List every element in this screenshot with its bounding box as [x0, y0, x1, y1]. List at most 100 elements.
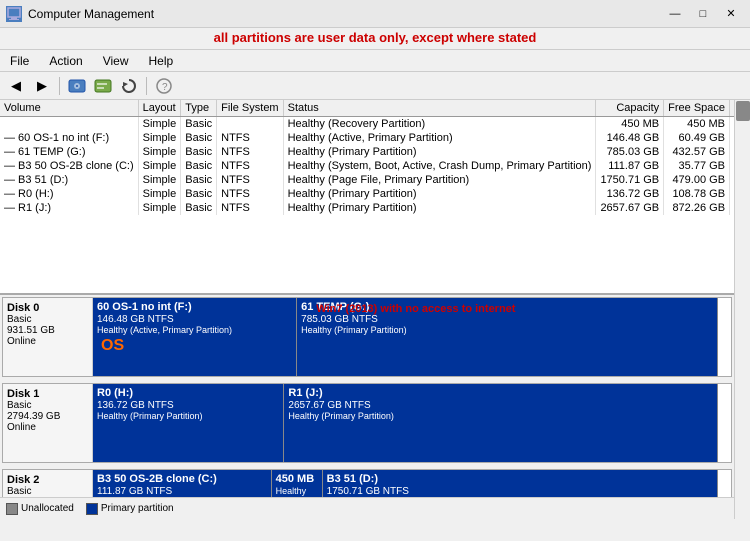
col-header-pct[interactable]: % Free [730, 100, 734, 117]
table-row[interactable]: — B3 51 (D:) Simple Basic NTFS Healthy (… [0, 173, 734, 187]
cell-status: Healthy (Active, Primary Partition) [283, 131, 596, 145]
cell-free: 60.49 GB [664, 131, 730, 145]
help-icon-button[interactable]: ? [152, 75, 176, 97]
cell-free: 872.26 GB [664, 201, 730, 215]
partition-status: Healthy (Primary Partition) [288, 411, 713, 421]
disk-icon-button-2[interactable] [91, 75, 115, 97]
cell-type: Basic [181, 145, 217, 159]
legend-bar: Unallocated Primary partition [0, 497, 734, 519]
partition[interactable]: B3 50 OS-2B clone (C:) 111.87 GB NTFS He… [93, 470, 272, 497]
cell-capacity: 785.03 GB [596, 145, 664, 159]
disk-label: Disk 0 Basic 931.51 GB Online [3, 298, 93, 376]
right-scrollbar[interactable] [734, 100, 750, 519]
partition-name: B3 51 (D:) [327, 473, 714, 485]
cell-volume: — R1 (J:) [0, 201, 138, 215]
partition[interactable]: R0 (H:) 136.72 GB NTFS Healthy (Primary … [93, 384, 284, 462]
window-controls: — □ ✕ [662, 5, 744, 23]
window-title: Computer Management [28, 7, 154, 21]
os-label: OS [101, 337, 288, 355]
partition[interactable]: 450 MB Healthy (Recovery Pa [272, 470, 323, 497]
partition-name: 61 TEMP (G:) [301, 301, 713, 313]
disk-label: Disk 1 Basic 2794.39 GB Online [3, 384, 93, 462]
menu-action[interactable]: Action [45, 53, 86, 69]
cell-free: 479.00 GB [664, 173, 730, 187]
disk-row: Disk 2 Basic 1863.02 GB Online B3 50 OS-… [2, 469, 732, 497]
table-row[interactable]: — 60 OS-1 no int (F:) Simple Basic NTFS … [0, 131, 734, 145]
table-row[interactable]: — R0 (H:) Simple Basic NTFS Healthy (Pri… [0, 187, 734, 201]
menu-help[interactable]: Help [145, 53, 178, 69]
partition-status: Healthy (Primary Partition) [301, 325, 713, 335]
partition-size: 1750.71 GB NTFS [327, 486, 714, 497]
cell-type: Basic [181, 173, 217, 187]
close-button[interactable]: ✕ [718, 5, 744, 23]
cell-layout: Simple [138, 131, 181, 145]
annotation-bar: all partitions are user data only, excep… [0, 28, 750, 50]
main-layout: Volume Layout Type File System Status Ca… [0, 100, 750, 519]
col-header-fs[interactable]: File System [217, 100, 283, 117]
partition[interactable]: 61 TEMP (G:) 785.03 GB NTFS Healthy (Pri… [297, 298, 718, 376]
disk-partitions: B3 50 OS-2B clone (C:) 111.87 GB NTFS He… [93, 470, 731, 497]
app-icon [6, 6, 22, 22]
disk-type: Basic [7, 486, 88, 497]
forward-button[interactable]: ▶ [30, 75, 54, 97]
cell-type: Basic [181, 201, 217, 215]
table-row[interactable]: — 61 TEMP (G:) Simple Basic NTFS Healthy… [0, 145, 734, 159]
menu-file[interactable]: File [6, 53, 33, 69]
legend-item: Primary partition [86, 503, 174, 515]
content-area: Volume Layout Type File System Status Ca… [0, 100, 734, 519]
col-header-volume[interactable]: Volume [0, 100, 138, 117]
disk-row: Disk 1 Basic 2794.39 GB Online R0 (H:) 1… [2, 383, 732, 463]
table-row[interactable]: — B3 50 OS-2B clone (C:) Simple Basic NT… [0, 159, 734, 173]
cell-capacity: 1750.71 GB [596, 173, 664, 187]
title-bar: Computer Management — □ ✕ [0, 0, 750, 28]
partition[interactable]: B3 51 (D:) 1750.71 GB NTFS Healthy (Page… [323, 470, 719, 497]
cell-status: Healthy (Primary Partition) [283, 145, 596, 159]
cell-fs [217, 117, 283, 132]
partition-size: 146.48 GB NTFS [97, 314, 292, 325]
cell-layout: Simple [138, 145, 181, 159]
table-row[interactable]: — R1 (J:) Simple Basic NTFS Healthy (Pri… [0, 201, 734, 215]
volume-table-container[interactable]: Volume Layout Type File System Status Ca… [0, 100, 734, 295]
cell-layout: Simple [138, 201, 181, 215]
disk-icon-button-1[interactable] [65, 75, 89, 97]
col-header-type[interactable]: Type [181, 100, 217, 117]
col-header-status[interactable]: Status [283, 100, 596, 117]
col-header-free[interactable]: Free Space [664, 100, 730, 117]
disk-partitions: 60 OS-1 no int (F:) 146.48 GB NTFS Healt… [93, 298, 731, 376]
partition-name: B3 50 OS-2B clone (C:) [97, 473, 267, 485]
col-header-capacity[interactable]: Capacity [596, 100, 664, 117]
back-button[interactable]: ◀ [4, 75, 28, 97]
menu-view[interactable]: View [99, 53, 133, 69]
disk-name: Disk 0 [7, 302, 88, 314]
disk-view[interactable]: Disk 0 Basic 931.51 GB Online 60 OS-1 no… [0, 295, 734, 497]
cell-capacity: 450 MB [596, 117, 664, 132]
cell-free: 450 MB [664, 117, 730, 132]
toolbar-separator-1 [59, 77, 60, 95]
svg-text:?: ? [162, 82, 168, 93]
partition-name: 60 OS-1 no int (F:) [97, 301, 292, 313]
cell-free: 35.77 GB [664, 159, 730, 173]
partition-size: 111.87 GB NTFS [97, 486, 267, 497]
annotation-text: all partitions are user data only, excep… [214, 30, 537, 45]
cell-fs: NTFS [217, 145, 283, 159]
disk-type: Basic [7, 400, 88, 411]
toolbar-separator-2 [146, 77, 147, 95]
col-header-layout[interactable]: Layout [138, 100, 181, 117]
cell-capacity: 2657.67 GB [596, 201, 664, 215]
menu-bar: File Action View Help [0, 50, 750, 72]
disk-status: Online [7, 336, 88, 347]
cell-capacity: 146.48 GB [596, 131, 664, 145]
table-row[interactable]: Simple Basic Healthy (Recovery Partition… [0, 117, 734, 132]
cell-status: Healthy (Recovery Partition) [283, 117, 596, 132]
cell-fs: NTFS [217, 131, 283, 145]
partition[interactable]: R1 (J:) 2657.67 GB NTFS Healthy (Primary… [284, 384, 718, 462]
minimize-button[interactable]: — [662, 5, 688, 23]
disk-size: 2794.39 GB [7, 411, 88, 422]
refresh-button[interactable] [117, 75, 141, 97]
disk-type: Basic [7, 314, 88, 325]
cell-volume: — B3 50 OS-2B clone (C:) [0, 159, 138, 173]
partition[interactable]: 60 OS-1 no int (F:) 146.48 GB NTFS Healt… [93, 298, 297, 376]
maximize-button[interactable]: □ [690, 5, 716, 23]
disk-row: Disk 0 Basic 931.51 GB Online 60 OS-1 no… [2, 297, 732, 377]
partition-name: R1 (J:) [288, 387, 713, 399]
